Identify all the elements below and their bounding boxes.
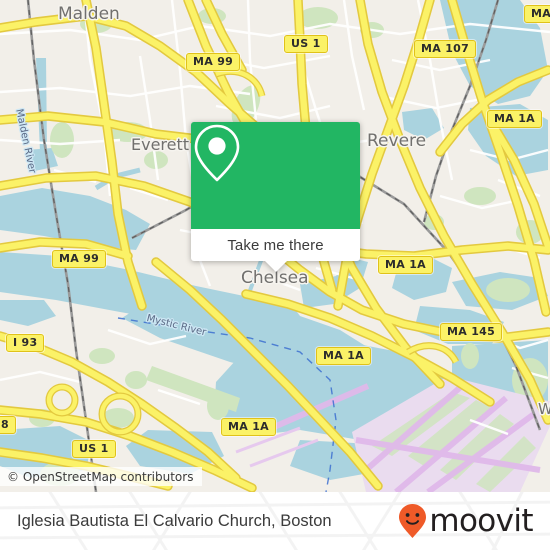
shield-ma-99-north: MA 99 xyxy=(186,53,241,71)
shield-i-93: I 93 xyxy=(6,334,45,352)
shield-ma-28-clipped: 8 xyxy=(0,416,16,434)
osm-attribution[interactable]: © OpenStreetMap contributors xyxy=(0,467,203,486)
moovit-smiley-pin-icon xyxy=(399,504,427,538)
moovit-map-screen: Malden Everett Revere Chelsea W Malden R… xyxy=(0,0,550,550)
shield-ma-1a-northeast: MA 1A xyxy=(487,110,542,128)
map-canvas[interactable]: Malden Everett Revere Chelsea W Malden R… xyxy=(0,0,550,492)
shield-ma-1a-south: MA 1A xyxy=(221,418,276,436)
take-me-there-label: Take me there xyxy=(227,236,324,254)
moovit-wordmark: moovit xyxy=(429,502,533,539)
shield-ma-clipped: MA xyxy=(524,5,550,23)
callout-pointer xyxy=(264,261,287,272)
shield-ma-107: MA 107 xyxy=(414,40,477,58)
shield-ma-1a-east: MA 1A xyxy=(378,256,433,274)
shield-ma-99-south: MA 99 xyxy=(52,250,107,268)
shield-ma-145: MA 145 xyxy=(440,323,503,341)
take-me-there-button[interactable]: Take me there xyxy=(191,229,360,261)
place-title: Iglesia Bautista El Calvario Church, Bos… xyxy=(17,511,332,530)
footer-bar: Iglesia Bautista El Calvario Church, Bos… xyxy=(0,492,550,550)
shield-ma-1a-center: MA 1A xyxy=(316,347,371,365)
map-pin-icon xyxy=(194,124,240,182)
callout-pin-panel xyxy=(191,122,360,229)
osm-attribution-text: © OpenStreetMap contributors xyxy=(7,469,194,484)
shield-us-1-south: US 1 xyxy=(72,440,116,458)
shield-us-1-north: US 1 xyxy=(284,35,328,53)
moovit-logo[interactable]: moovit xyxy=(398,502,534,539)
take-me-there-callout[interactable]: Take me there xyxy=(191,122,360,272)
